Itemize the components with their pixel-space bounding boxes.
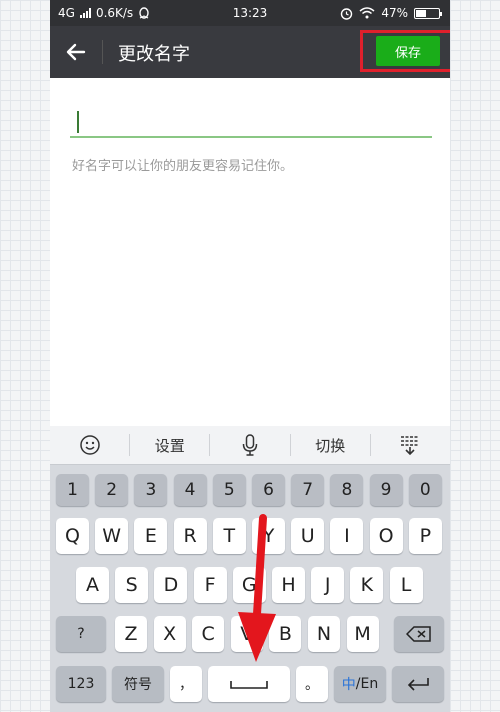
key-v[interactable]: V xyxy=(230,616,263,652)
status-bar: 4G 0.6K/s 13:23 47% xyxy=(50,0,450,26)
page-title: 更改名字 xyxy=(118,44,190,65)
key-d[interactable]: D xyxy=(154,567,188,603)
key-7[interactable]: 7 xyxy=(291,474,325,506)
key-k[interactable]: K xyxy=(350,567,384,603)
wifi-icon xyxy=(359,7,375,19)
title-bar: 更改名字 保存 xyxy=(50,26,450,78)
battery-percent: 47% xyxy=(381,6,408,20)
switch-button[interactable]: 切换 xyxy=(291,426,370,464)
key-9[interactable]: 9 xyxy=(369,474,403,506)
battery-fill xyxy=(416,9,426,17)
key-l[interactable]: L xyxy=(389,567,423,603)
battery-icon xyxy=(414,7,442,19)
name-input[interactable] xyxy=(70,104,432,138)
microphone-icon xyxy=(242,434,258,456)
key-q[interactable]: Q xyxy=(56,518,89,554)
key-c[interactable]: C xyxy=(192,616,225,652)
voice-input-button[interactable] xyxy=(210,426,289,464)
hide-keyboard-icon xyxy=(401,436,420,456)
back-arrow-icon[interactable] xyxy=(62,38,90,66)
key-0[interactable]: 0 xyxy=(408,474,442,506)
key-5[interactable]: 5 xyxy=(212,474,246,506)
key-3[interactable]: 3 xyxy=(134,474,168,506)
backspace-icon xyxy=(406,626,431,642)
lang-zh-label: 中 xyxy=(341,677,356,693)
space-key[interactable] xyxy=(208,666,290,702)
key-2[interactable]: 2 xyxy=(95,474,129,506)
save-button[interactable]: 保存 xyxy=(376,36,440,66)
key-z[interactable]: Z xyxy=(115,616,147,652)
key-f[interactable]: F xyxy=(193,567,227,603)
comma-key[interactable]: ， xyxy=(170,666,202,702)
key-b[interactable]: B xyxy=(269,616,302,652)
emoji-icon xyxy=(79,435,100,455)
key-a[interactable]: A xyxy=(76,567,109,603)
key-1[interactable]: 1 xyxy=(56,474,89,506)
language-switch-key[interactable]: 中/En xyxy=(334,666,386,702)
hide-keyboard-button[interactable] xyxy=(371,426,450,464)
key-t[interactable]: T xyxy=(212,518,246,554)
key-4[interactable]: 4 xyxy=(173,474,207,506)
key-s[interactable]: S xyxy=(115,567,149,603)
phone-screen: 4G 0.6K/s 13:23 47% 更改名字 保存 好名字可以让你的朋友更容… xyxy=(50,0,450,712)
key-x[interactable]: X xyxy=(153,616,186,652)
enter-key[interactable] xyxy=(392,666,444,702)
key-j[interactable]: J xyxy=(311,567,345,603)
key-6[interactable]: 6 xyxy=(252,474,285,506)
lang-en-label: /En xyxy=(355,676,379,692)
key-e[interactable]: E xyxy=(134,518,168,554)
mode-123-key[interactable]: 123 xyxy=(56,666,106,702)
keyboard-toolbar: 设置 切换 xyxy=(50,426,450,465)
key-g[interactable]: G xyxy=(232,567,266,603)
key-m[interactable]: M xyxy=(346,616,379,652)
symbol-key[interactable]: 符号 xyxy=(112,666,164,702)
key-h[interactable]: H xyxy=(272,567,305,603)
key-n[interactable]: N xyxy=(308,616,340,652)
period-key[interactable]: 。 xyxy=(296,666,328,702)
key-u[interactable]: U xyxy=(291,518,325,554)
backspace-key[interactable] xyxy=(394,616,444,652)
key-r[interactable]: R xyxy=(173,518,207,554)
status-right: 47% xyxy=(340,6,442,20)
enter-icon xyxy=(407,678,429,691)
key-i[interactable]: I xyxy=(330,518,364,554)
keyboard: 设置 切换 1 2 3 4 5 6 7 8 9 0 Q W E R T Y U I O P A S D F G H J K L? Z X C V… xyxy=(50,426,450,712)
shift-key[interactable]: ? xyxy=(56,616,106,652)
key-o[interactable]: O xyxy=(369,518,403,554)
alarm-icon xyxy=(341,7,353,20)
space-icon xyxy=(230,681,268,689)
key-p[interactable]: P xyxy=(408,518,442,554)
key-w[interactable]: W xyxy=(95,518,129,554)
key-8[interactable]: 8 xyxy=(330,474,364,506)
text-cursor xyxy=(77,111,79,133)
key-y[interactable]: Y xyxy=(252,518,285,554)
emoji-button[interactable] xyxy=(50,426,129,464)
name-hint: 好名字可以让你的朋友更容易记住你。 xyxy=(72,159,294,174)
title-divider xyxy=(102,40,103,64)
keyboard-settings-button[interactable]: 设置 xyxy=(130,426,209,464)
